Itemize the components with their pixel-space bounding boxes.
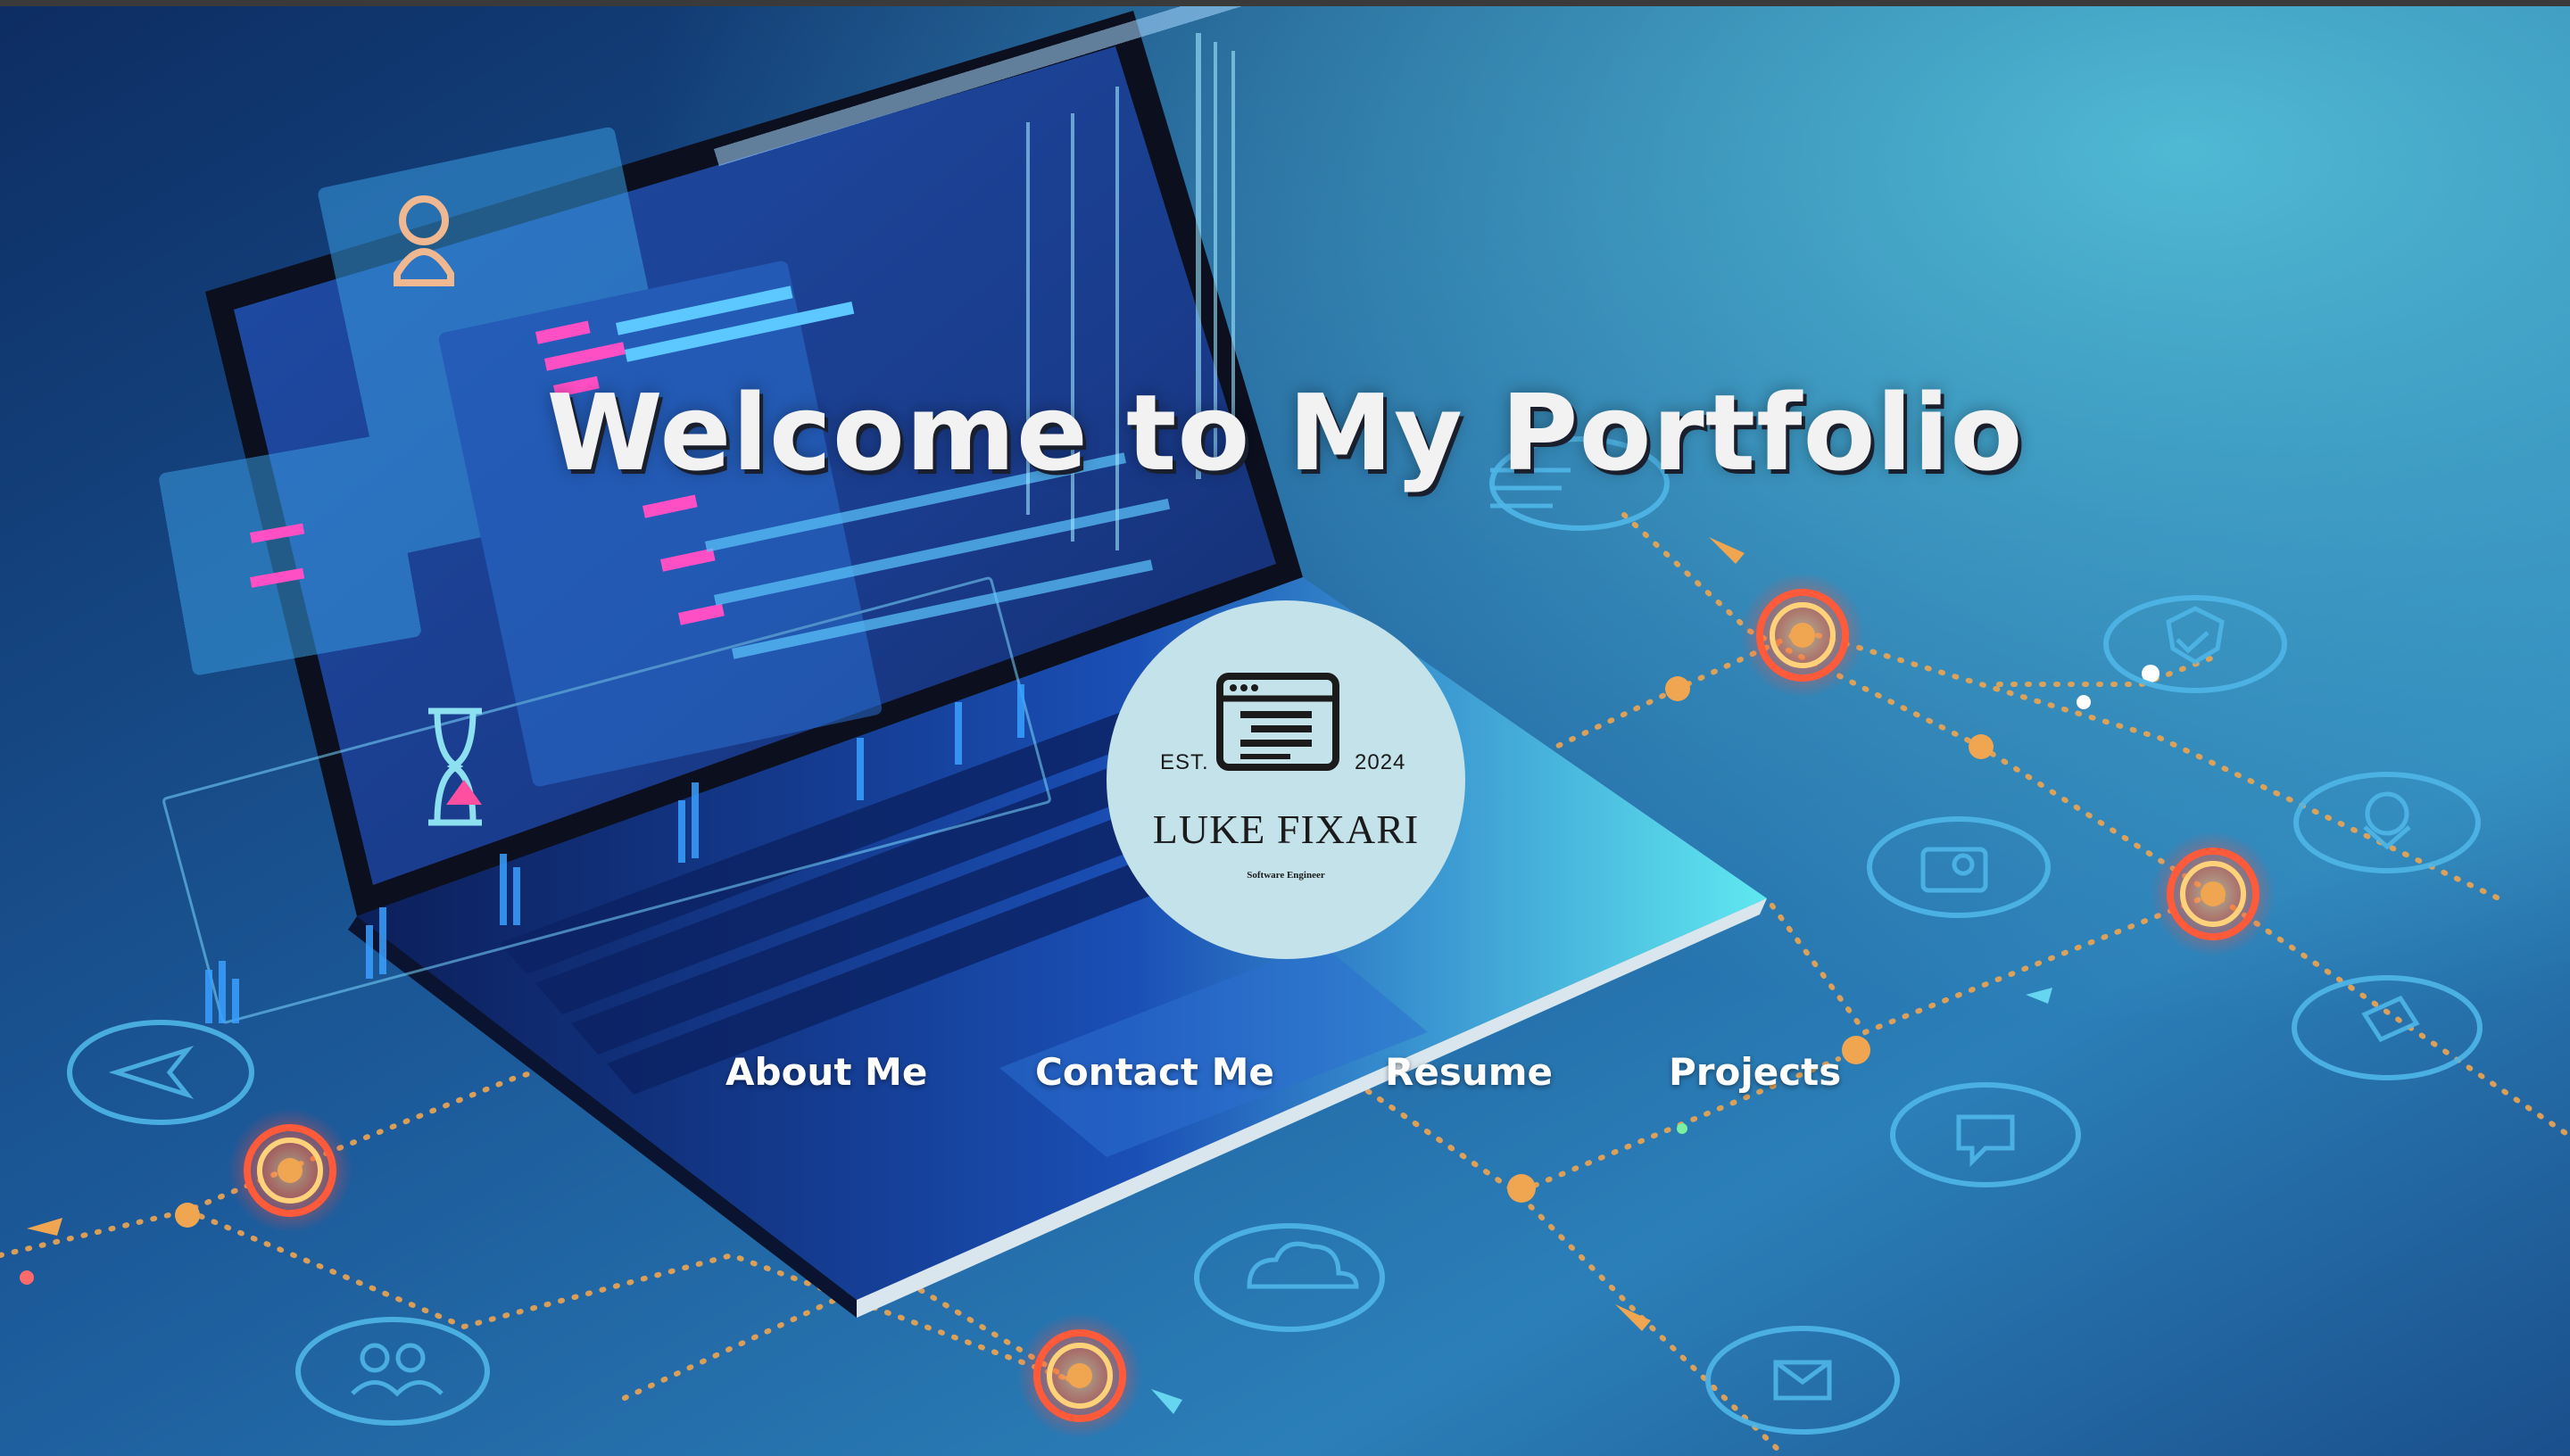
browser-window-icon — [1216, 673, 1339, 771]
browser-top-edge — [0, 0, 2570, 6]
logo-role: Software Engineer — [1247, 870, 1325, 881]
logo-est-label: EST. — [1160, 750, 1209, 774]
logo-badge: EST. 2024 LUKE FIXARI Software Engineer — [1107, 600, 1465, 959]
nav-link-resume[interactable]: Resume — [1385, 1050, 1553, 1094]
main-nav: About Me Contact Me Resume Projects — [0, 1050, 2570, 1104]
logo-name: LUKE FIXARI — [1152, 807, 1420, 852]
nav-link-contact-me[interactable]: Contact Me — [1035, 1050, 1274, 1094]
page-title: Welcome to My Portfolio — [546, 371, 2024, 494]
nav-link-about-me[interactable]: About Me — [725, 1050, 927, 1094]
nav-link-projects[interactable]: Projects — [1669, 1050, 1841, 1094]
logo-year: 2024 — [1355, 750, 1406, 774]
portfolio-page: Welcome to My Portfolio EST. 2024 LUKE F… — [0, 0, 2570, 1456]
